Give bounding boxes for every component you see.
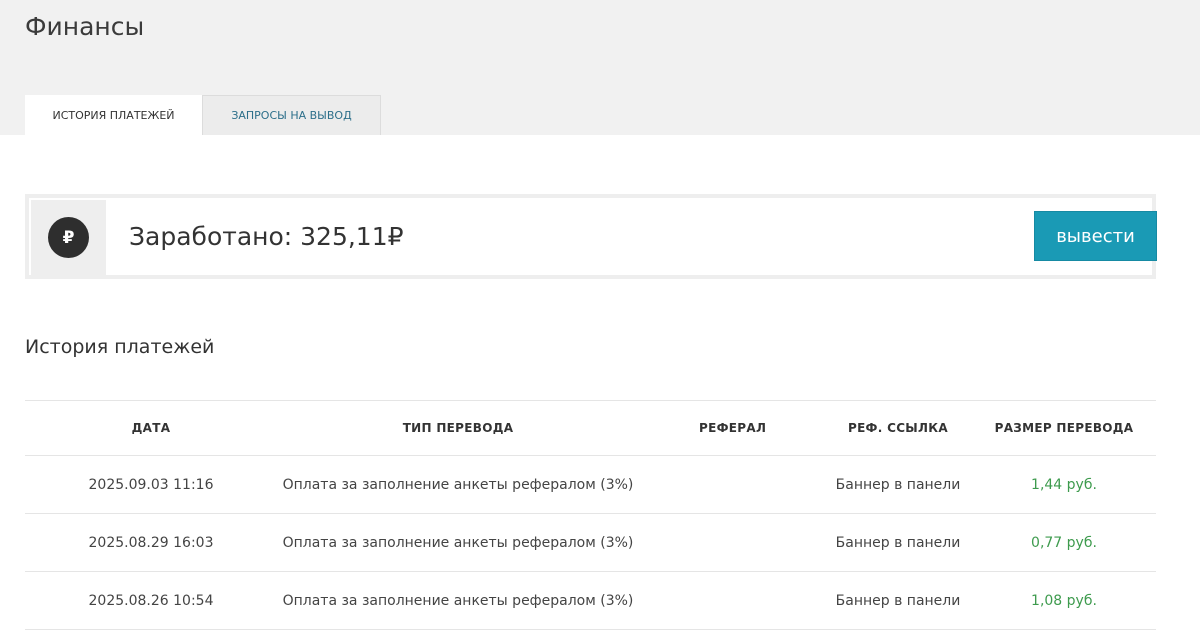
earned-amount: Заработано: 325,11₽ <box>129 222 404 251</box>
column-header-date[interactable]: Дата <box>25 421 277 435</box>
withdraw-button[interactable]: вывести <box>1034 211 1157 261</box>
earned-icon-cell: ₽ <box>31 200 106 275</box>
row-type: Оплата за заполнение анкеты рефералом (3… <box>282 476 634 493</box>
table-row: 2025.08.26 10:54 Оплата за заполнение ан… <box>25 572 1156 630</box>
ruble-icon: ₽ <box>48 217 89 258</box>
row-amount: 1,08 руб. <box>1031 592 1097 609</box>
earned-panel: ₽ Заработано: 325,11₽ вывести <box>25 194 1157 279</box>
tabs-bar: История платежей Запросы на вывод <box>25 95 381 135</box>
row-ref-link: Баннер в панели <box>835 534 961 551</box>
row-type: Оплата за заполнение анкеты рефералом (3… <box>282 592 634 609</box>
column-header-ref-link[interactable]: Реф. ссылка <box>824 421 972 435</box>
row-ref-link: Баннер в панели <box>835 476 961 493</box>
page-title: Финансы <box>25 12 145 41</box>
row-amount: 1,44 руб. <box>1031 476 1097 493</box>
table-header-row: Дата Тип перевода Реферал Реф. ссылка Ра… <box>25 401 1156 456</box>
row-date: 2025.09.03 11:16 <box>88 476 214 493</box>
section-title: История платежей <box>25 336 215 358</box>
page-header-area: Финансы История платежей Запросы на выво… <box>0 0 1200 135</box>
row-date: 2025.08.26 10:54 <box>88 592 214 609</box>
payment-history-table: Дата Тип перевода Реферал Реф. ссылка Ра… <box>25 400 1156 630</box>
row-amount: 0,77 руб. <box>1031 534 1097 551</box>
row-type: Оплата за заполнение анкеты рефералом (3… <box>282 534 634 551</box>
column-header-type[interactable]: Тип перевода <box>277 421 639 435</box>
row-ref-link: Баннер в панели <box>835 592 961 609</box>
tab-withdrawal-requests[interactable]: Запросы на вывод <box>202 95 381 135</box>
column-header-amount[interactable]: Размер перевода <box>972 421 1156 435</box>
table-row: 2025.08.29 16:03 Оплата за заполнение ан… <box>25 514 1156 572</box>
tab-payment-history[interactable]: История платежей <box>25 95 202 135</box>
table-row: 2025.09.03 11:16 Оплата за заполнение ан… <box>25 456 1156 514</box>
row-date: 2025.08.29 16:03 <box>88 534 214 551</box>
column-header-referral[interactable]: Реферал <box>639 421 824 435</box>
